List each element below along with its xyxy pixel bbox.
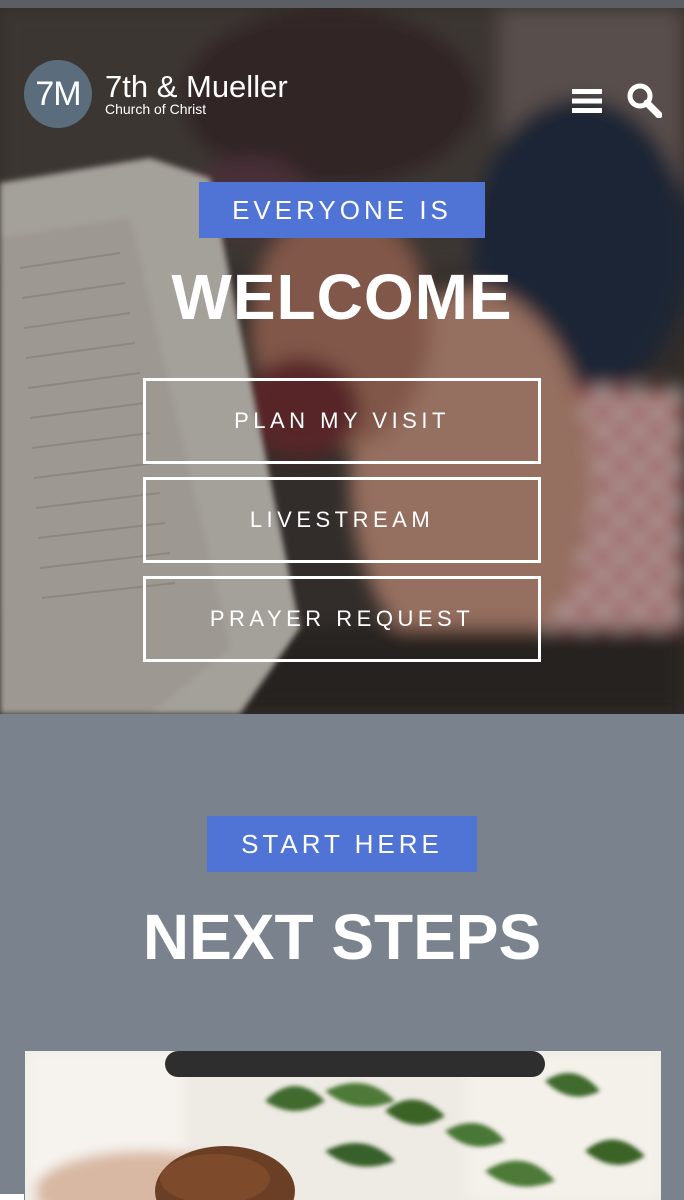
browser-top-strip: [0, 0, 684, 8]
hero-section: 7M 7th & Mueller Church of Christ EVERYO…: [0, 8, 684, 714]
scroll-indicator: [0, 1194, 24, 1200]
logo-subtitle: Church of Christ: [105, 101, 207, 117]
livestream-button[interactable]: LIVESTREAM: [143, 477, 541, 563]
hero-title: WELCOME: [171, 261, 513, 333]
next-steps-card-image[interactable]: [25, 1051, 661, 1200]
section-tag: START HERE: [207, 816, 477, 872]
hero-tag: EVERYONE IS: [199, 182, 485, 238]
prayer-request-button[interactable]: PRAYER REQUEST: [143, 576, 541, 662]
logo-name: 7th & Mueller: [105, 69, 288, 104]
logo-mark: 7M: [24, 60, 92, 128]
plan-my-visit-button[interactable]: PLAN MY VISIT: [143, 378, 541, 464]
menu-icon[interactable]: [572, 88, 602, 114]
next-steps-section: START HERE NEXT STEPS: [0, 714, 684, 1200]
site-logo[interactable]: 7M 7th & Mueller Church of Christ: [24, 60, 288, 128]
search-icon[interactable]: [626, 82, 662, 118]
logo-text: 7th & Mueller Church of Christ: [105, 69, 288, 117]
section-title: NEXT STEPS: [142, 901, 542, 973]
